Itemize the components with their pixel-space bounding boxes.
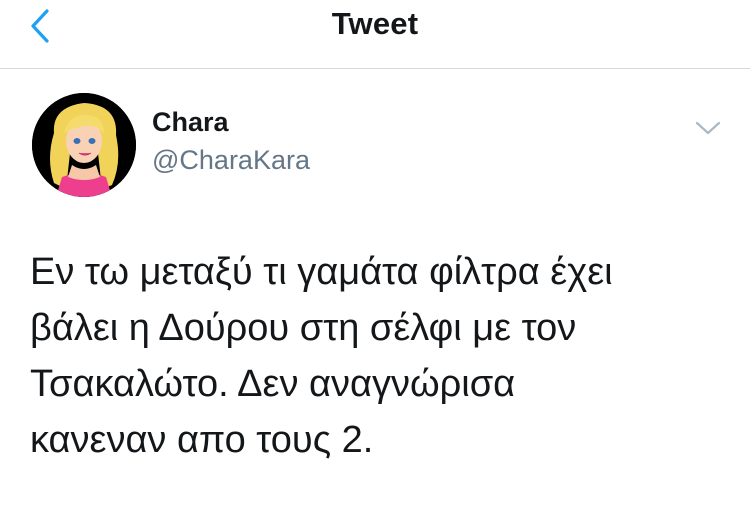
nav-bar: Tweet [0,0,750,69]
tweet-text: Εν τω μεταξύ τι γαμάτα φίλτρα έχει βάλει… [30,244,730,468]
tweet-text-line: Τσακαλώτο. Δεν αναγνώρισα [30,363,516,405]
chevron-down-icon [695,121,721,135]
more-options-button[interactable] [690,113,726,143]
author-handle[interactable]: @CharaKara [152,145,310,176]
avatar-image [32,93,136,197]
avatar[interactable] [32,93,136,197]
tweet-header: Chara @CharaKara [0,69,750,209]
page-title: Tweet [331,6,419,41]
tweet-text-line: κανεναν απο τους 2. [30,419,374,461]
tweet-text-line: βάλει η Δούρου στη σέλφι με τον [30,307,577,349]
author-name[interactable]: Chara [152,107,229,138]
tweet-text-line: Εν τω μεταξύ τι γαμάτα φίλτρα έχει [30,251,613,293]
